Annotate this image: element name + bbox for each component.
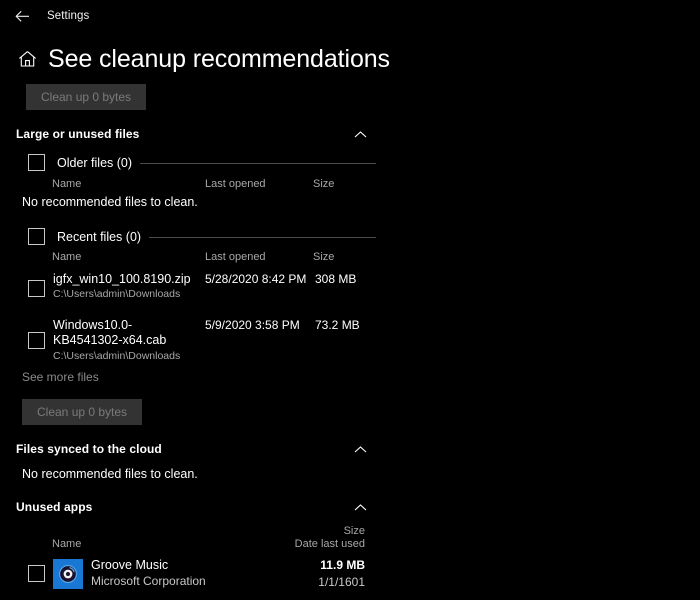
column-header-date-last-used: Date last used [295,538,365,550]
table-row[interactable]: igfx_win10_100.8190.zip C:\Users\admin\D… [28,272,378,306]
file-path: C:\Users\admin\Downloads [53,288,233,301]
title-bar: Settings [0,0,700,32]
page-header: See cleanup recommendations [14,44,390,74]
table-row[interactable]: Windows10.0-KB4541302-x64.cab C:\Users\a… [28,318,378,366]
clean-up-button-top[interactable]: Clean up 0 bytes [26,84,146,110]
checkbox-file[interactable] [28,280,45,297]
section-header-large-or-unused-files[interactable]: Large or unused files [16,122,371,146]
chevron-up-icon[interactable] [349,123,371,145]
group-recent-files[interactable]: Recent files (0) [28,228,376,245]
checkbox-recent-files[interactable] [28,228,45,245]
back-arrow-icon [15,10,30,23]
file-last-opened: 5/28/2020 8:42 PM [205,272,306,286]
section-title: Files synced to the cloud [16,442,162,456]
group-older-files-label: Older files (0) [57,156,132,170]
divider [140,163,376,164]
app-publisher: Microsoft Corporation [91,574,206,588]
group-older-files[interactable]: Older files (0) [28,154,376,171]
list-item[interactable]: Groove Music Microsoft Corporation 11.9 … [28,557,378,597]
clean-up-button-middle[interactable]: Clean up 0 bytes [22,399,142,425]
column-header-size: Size [313,251,334,263]
section-header-files-synced-to-the-cloud[interactable]: Files synced to the cloud [16,437,371,461]
column-header-last-opened: Last opened [205,251,266,263]
app-date-last-used: 1/1/1601 [265,575,365,589]
chevron-up-icon[interactable] [349,438,371,460]
file-name: Windows10.0-KB4541302-x64.cab [53,318,193,348]
file-size: 308 MB [315,272,356,286]
column-header-name: Name [52,178,81,190]
column-header-name: Name [52,251,81,263]
app-name: Groove Music [91,558,168,572]
section-title: Unused apps [16,500,92,514]
older-files-empty-message: No recommended files to clean. [22,195,198,209]
checkbox-older-files[interactable] [28,154,45,171]
groove-music-icon [53,559,83,589]
column-header-size: Size [344,525,365,537]
files-synced-empty-message: No recommended files to clean. [22,467,198,481]
file-last-opened: 5/9/2020 3:58 PM [205,318,300,332]
divider [149,237,376,238]
page-title: See cleanup recommendations [48,44,390,74]
see-more-files-link[interactable]: See more files [22,370,99,384]
file-name: igfx_win10_100.8190.zip [53,272,193,287]
checkbox-app[interactable] [28,565,45,582]
group-recent-files-label: Recent files (0) [57,230,141,244]
section-title: Large or unused files [16,127,139,141]
settings-storage-cleanup-page: Settings See cleanup recommendations Cle… [0,0,700,600]
chevron-up-icon[interactable] [349,496,371,518]
column-header-size: Size [313,178,334,190]
column-header-last-opened: Last opened [205,178,266,190]
section-header-unused-apps[interactable]: Unused apps [16,495,371,519]
titlebar-title: Settings [47,10,89,22]
file-path: C:\Users\admin\Downloads [53,350,233,363]
checkbox-file[interactable] [28,332,45,349]
app-size: 11.9 MB [265,558,365,572]
back-button[interactable] [2,1,42,31]
home-icon[interactable] [14,46,40,72]
column-header-name: Name [52,538,81,550]
file-size: 73.2 MB [315,318,360,332]
